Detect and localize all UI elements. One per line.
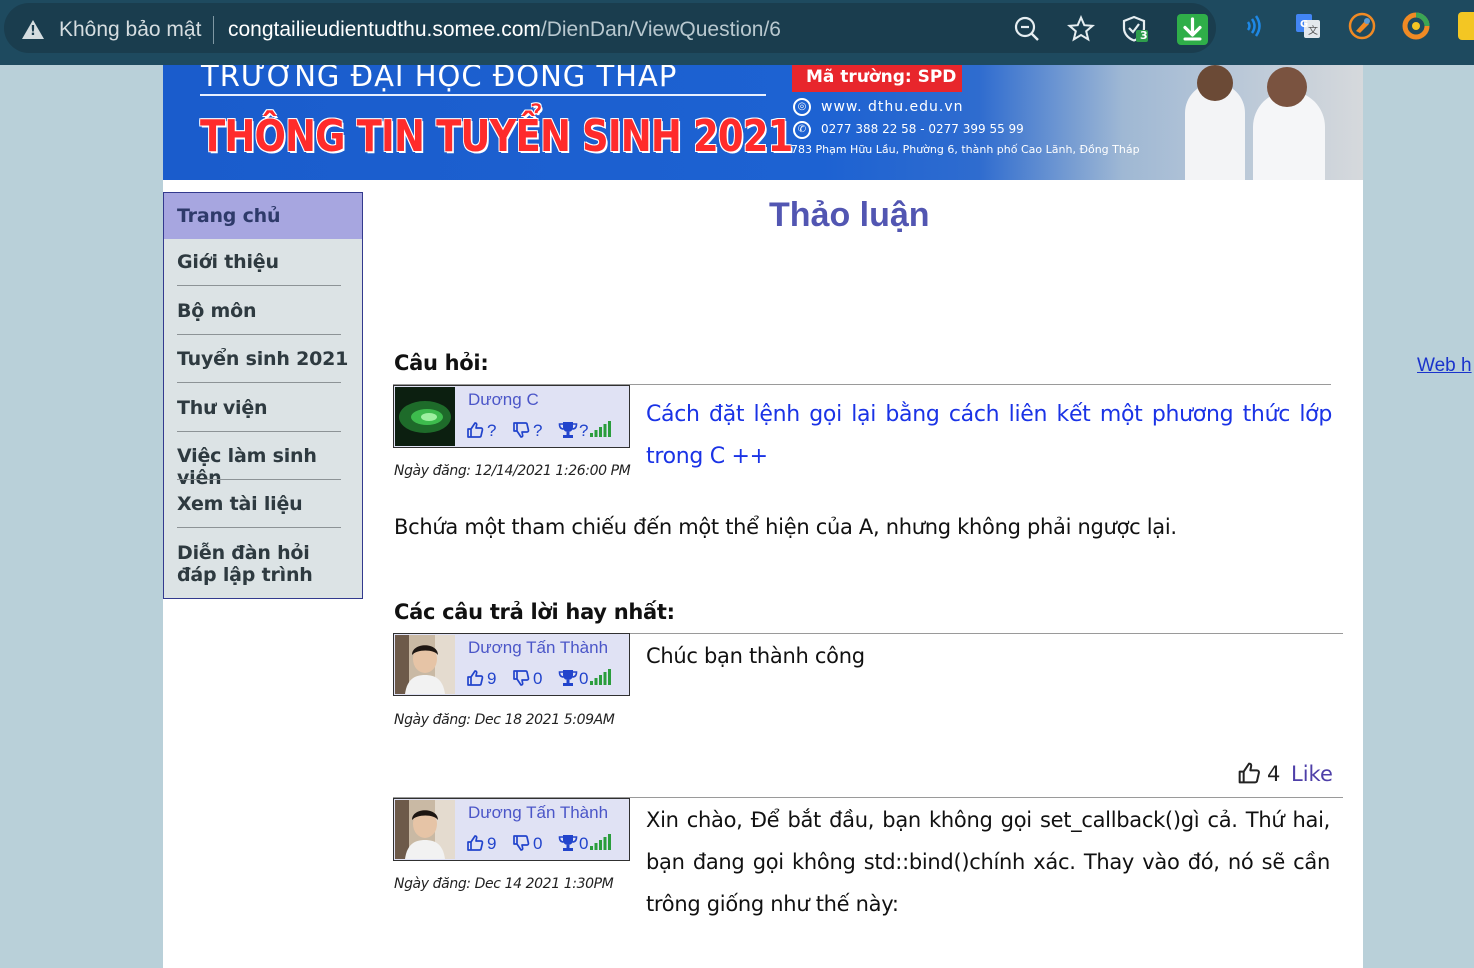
- banner-divider: [200, 94, 766, 96]
- question-title-link[interactable]: Cách đặt lệnh gọi lại bằng cách liên kết…: [646, 394, 1332, 478]
- answer-author-card: Dương Tấn Thành 9 0 0: [393, 798, 630, 861]
- student-photo: [1267, 67, 1307, 107]
- answer-date: Ngày đăng: Dec 14 2021 1:30PM: [394, 876, 614, 892]
- svg-text:文: 文: [1308, 24, 1318, 37]
- nav-item-departments[interactable]: Bộ môn: [164, 300, 362, 322]
- page-title: Thảo luận: [769, 196, 930, 234]
- warning-icon[interactable]: [22, 20, 44, 39]
- download-icon[interactable]: [1177, 14, 1208, 45]
- divider: [213, 16, 214, 44]
- thumbs-up-icon: [467, 835, 484, 851]
- zoom-out-icon[interactable]: [1013, 15, 1041, 43]
- avatar[interactable]: [395, 800, 455, 859]
- nav-divider: [177, 527, 341, 528]
- trophy-icon: [558, 835, 578, 851]
- thumbs-down-icon: [513, 835, 530, 851]
- answer-author-card: Dương Tấn Thành 9 0 0: [393, 633, 630, 696]
- nav-divider: [177, 382, 341, 383]
- avatar[interactable]: [395, 387, 455, 446]
- signal-bars-icon: [590, 669, 611, 685]
- university-name: TRƯỜNG ĐẠI HỌC ĐỒNG THÁP: [201, 65, 678, 93]
- header-banner: TRƯỜNG ĐẠI HỌC ĐỒNG THÁP THÔNG TIN TUYỂN…: [163, 65, 1363, 180]
- colorzilla-icon[interactable]: [1402, 12, 1430, 40]
- browser-toolbar: Không bảo mật congtailieudientudthu.some…: [0, 0, 1474, 65]
- nav-item-jobs[interactable]: Việc làm sinh viên: [164, 445, 362, 489]
- extension-icon[interactable]: [1348, 12, 1376, 40]
- security-status[interactable]: Không bảo mật: [59, 18, 201, 42]
- nav-item-forum[interactable]: Diễn đàn hỏi đáp lập trình: [164, 542, 354, 586]
- phone-icon: ✆: [793, 121, 811, 139]
- banner-phone: 0277 388 22 58 - 0277 399 55 99: [821, 122, 1024, 136]
- banner-title: THÔNG TIN TUYỂN SINH 2021: [200, 111, 793, 162]
- nav-item-home[interactable]: Trang chủ: [164, 193, 362, 239]
- nav-divider: [177, 431, 341, 432]
- address-bar[interactable]: Không bảo mật congtailieudientudthu.some…: [4, 3, 1216, 53]
- wifi-reader-icon[interactable]: [1240, 12, 1268, 40]
- student-photo: [1197, 65, 1233, 101]
- author-name[interactable]: Dương C: [468, 390, 539, 410]
- trophy-icon: [558, 422, 578, 438]
- nav-item-intro[interactable]: Giới thiệu: [164, 251, 362, 273]
- question-body: Bchứa một tham chiếu đến một thể hiện củ…: [394, 515, 1177, 539]
- nav-divider: [177, 334, 341, 335]
- thumbs-down-icon: [513, 422, 530, 438]
- nav-divider: [177, 285, 341, 286]
- extension-icon[interactable]: [1458, 12, 1474, 40]
- banner-website: www. dthu.edu.vn: [821, 99, 964, 115]
- side-link[interactable]: Web h: [1417, 355, 1472, 377]
- question-heading: Câu hỏi:: [394, 351, 489, 375]
- answer-body: Chúc bạn thành công: [646, 644, 865, 668]
- shield-badge: 3: [1140, 29, 1148, 42]
- trophy-icon: [558, 670, 578, 686]
- author-name[interactable]: Dương Tấn Thành: [468, 803, 608, 823]
- like-count: 4: [1267, 762, 1281, 786]
- answer-date: Ngày đăng: Dec 18 2021 5:09AM: [394, 712, 615, 728]
- nav-item-documents[interactable]: Xem tài liệu: [164, 493, 362, 515]
- globe-icon: ◎: [793, 98, 811, 116]
- translate-icon[interactable]: G文: [1294, 12, 1322, 40]
- sidebar-nav: Trang chủ Giới thiệu Bộ môn Tuyển sinh 2…: [163, 192, 363, 599]
- svg-text:G: G: [1300, 19, 1308, 30]
- nav-divider: [177, 479, 341, 480]
- question-author-card: Dương C ? ? ?: [393, 385, 630, 448]
- avatar[interactable]: [395, 635, 455, 694]
- url-text[interactable]: congtailieudientudthu.somee.com/DienDan/…: [228, 18, 781, 42]
- like-label[interactable]: Like: [1291, 762, 1333, 786]
- answers-heading: Các câu trả lời hay nhất:: [394, 600, 675, 624]
- author-name[interactable]: Dương Tấn Thành: [468, 638, 608, 658]
- signal-bars-icon: [590, 834, 611, 850]
- school-code-badge: Mã trường: SPD: [792, 65, 962, 92]
- thumbs-up-icon: [467, 670, 484, 686]
- answer-body: Xin chào, Để bắt đầu, bạn không gọi set_…: [646, 808, 1330, 916]
- url-host: congtailieudientudthu.somee.com: [228, 18, 541, 41]
- thumbs-down-icon: [513, 670, 530, 686]
- signal-bars-icon: [590, 421, 611, 437]
- question-date: Ngày đăng: 12/14/2021 1:26:00 PM: [394, 463, 631, 479]
- thumbs-up-icon: [1238, 762, 1260, 784]
- thumbs-up-icon: [467, 422, 484, 438]
- nav-item-library[interactable]: Thư viện: [164, 397, 362, 419]
- page-container: TRƯỜNG ĐẠI HỌC ĐỒNG THÁP THÔNG TIN TUYỂN…: [163, 65, 1363, 968]
- banner-address: 783 Phạm Hữu Lầu, Phường 6, thành phố Ca…: [791, 143, 1140, 156]
- star-icon[interactable]: [1067, 15, 1095, 43]
- url-path: /DienDan/ViewQuestion/6: [540, 18, 781, 41]
- nav-item-admissions[interactable]: Tuyển sinh 2021: [164, 348, 362, 370]
